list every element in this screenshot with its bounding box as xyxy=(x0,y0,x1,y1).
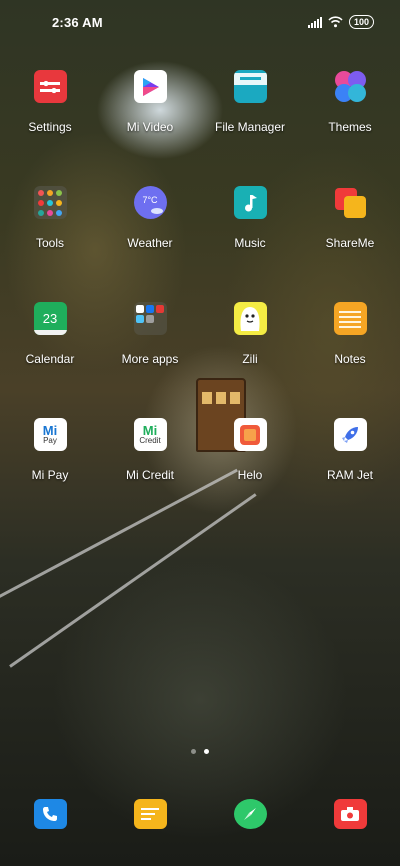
app-label: Calendar xyxy=(25,352,75,366)
app-themes[interactable]: Themes xyxy=(300,66,400,182)
settings-icon xyxy=(33,70,67,103)
app-label: RAM Jet xyxy=(326,468,373,482)
status-icons: 100 xyxy=(307,15,374,29)
app-label: Themes xyxy=(328,120,372,134)
app-label: Mi Video xyxy=(126,120,174,134)
dock-browser[interactable] xyxy=(200,795,300,829)
app-weather[interactable]: 7°C Weather xyxy=(100,182,200,298)
app-mi-pay[interactable]: Mi Pay Mi Pay xyxy=(0,414,100,530)
credit-text: Credit xyxy=(139,436,161,445)
more-apps-folder-icon xyxy=(133,302,167,335)
camera-icon xyxy=(333,799,367,829)
music-icon xyxy=(233,186,267,219)
wifi-icon xyxy=(328,16,343,28)
app-label: Music xyxy=(234,236,266,250)
calendar-date: 23 xyxy=(42,311,58,326)
app-row: Tools 7°C Weather Music ShareMe xyxy=(0,182,400,298)
app-label: Zili xyxy=(242,352,258,366)
status-bar: 2:36 AM 100 xyxy=(0,0,400,44)
phone-icon xyxy=(33,799,67,829)
app-grid: Settings Mi Video File Manager Themes To… xyxy=(0,66,400,530)
zili-icon xyxy=(233,302,267,335)
app-label: Weather xyxy=(127,236,173,250)
app-file-manager[interactable]: File Manager xyxy=(200,66,300,182)
dock-messages[interactable] xyxy=(100,795,200,829)
signal-icon xyxy=(307,16,322,28)
app-settings[interactable]: Settings xyxy=(0,66,100,182)
battery-icon: 100 xyxy=(348,15,374,29)
app-row: Settings Mi Video File Manager Themes xyxy=(0,66,400,182)
app-shareme[interactable]: ShareMe xyxy=(300,182,400,298)
app-label: File Manager xyxy=(214,120,286,134)
dock-phone[interactable] xyxy=(0,795,100,829)
pay-text: Pay xyxy=(43,436,57,445)
status-time: 2:36 AM xyxy=(52,14,103,30)
app-row: 23 Calendar More apps Zili Notes xyxy=(0,298,400,414)
app-calendar[interactable]: 23 Calendar xyxy=(0,298,100,414)
app-more-apps[interactable]: More apps xyxy=(100,298,200,414)
helo-icon xyxy=(233,418,267,451)
mi-pay-icon: Mi Pay xyxy=(33,418,67,451)
app-ram-jet[interactable]: RAM Jet xyxy=(300,414,400,530)
browser-icon xyxy=(233,799,267,829)
rocket-icon xyxy=(333,418,367,451)
shareme-icon xyxy=(334,186,367,219)
app-label: More apps xyxy=(121,352,179,366)
folder-icon xyxy=(233,70,267,103)
page-dot[interactable] xyxy=(191,749,196,754)
page-indicator[interactable] xyxy=(0,749,400,754)
app-zili[interactable]: Zili xyxy=(200,298,300,414)
app-label: Tools xyxy=(35,236,64,250)
app-label: Settings xyxy=(28,120,72,134)
app-label: Mi Credit xyxy=(125,468,174,482)
weather-temp: 7°C xyxy=(142,194,158,205)
app-row: Mi Pay Mi Pay Mi Credit Mi Credit Helo R… xyxy=(0,414,400,530)
app-label: Mi Pay xyxy=(31,468,69,482)
mi-credit-icon: Mi Credit xyxy=(133,418,167,451)
page-dot-active[interactable] xyxy=(204,749,209,754)
app-label: Notes xyxy=(334,352,366,366)
app-mi-credit[interactable]: Mi Credit Mi Credit xyxy=(100,414,200,530)
calendar-icon: 23 xyxy=(33,302,67,335)
app-notes[interactable]: Notes xyxy=(300,298,400,414)
app-label: Helo xyxy=(237,468,263,482)
app-mi-video[interactable]: Mi Video xyxy=(100,66,200,182)
app-music[interactable]: Music xyxy=(200,182,300,298)
app-helo[interactable]: Helo xyxy=(200,414,300,530)
notes-icon xyxy=(333,302,367,335)
dock xyxy=(0,795,400,829)
play-icon xyxy=(133,70,167,103)
themes-icon xyxy=(334,70,367,103)
app-tools[interactable]: Tools xyxy=(0,182,100,298)
weather-icon: 7°C xyxy=(133,186,167,219)
tools-folder-icon xyxy=(33,186,67,219)
messages-icon xyxy=(133,799,167,829)
app-label: ShareMe xyxy=(325,236,375,250)
dock-camera[interactable] xyxy=(300,795,400,829)
